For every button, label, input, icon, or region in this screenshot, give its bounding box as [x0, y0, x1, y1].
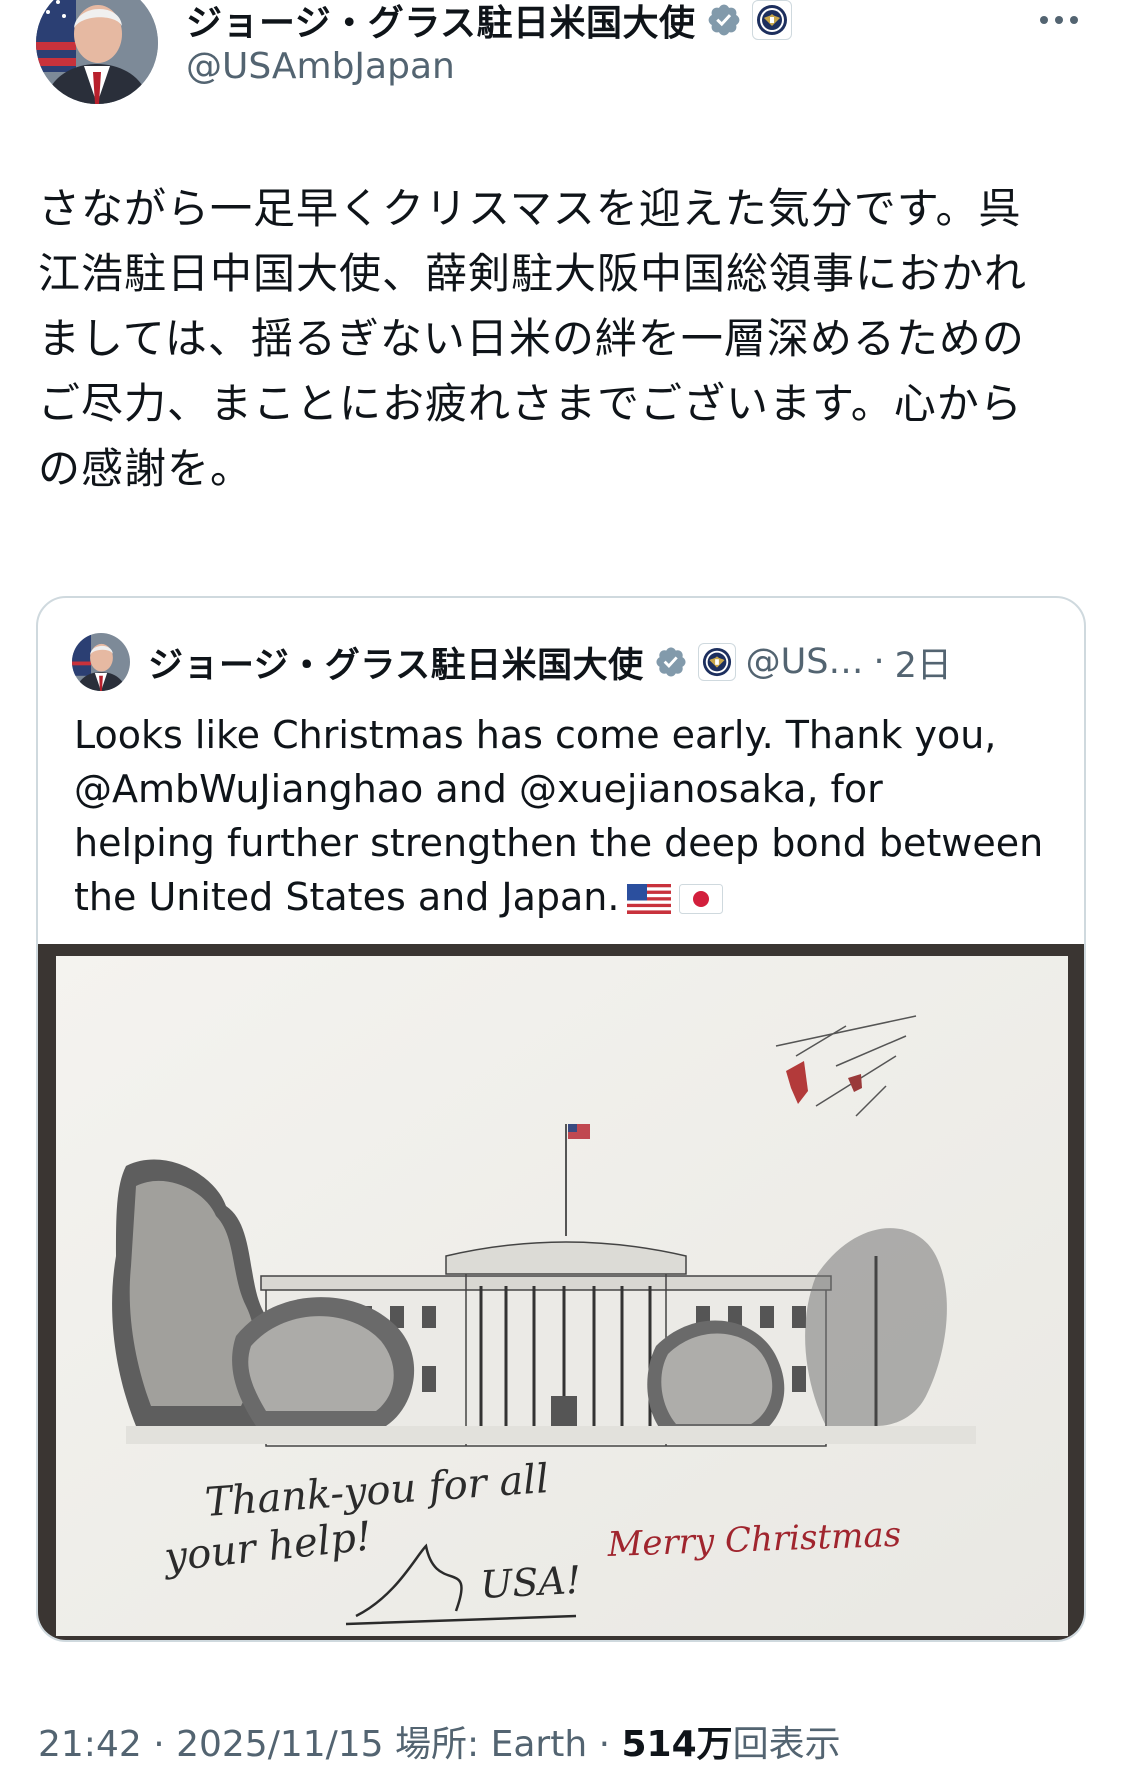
tweet-date[interactable]: 2025/11/15 — [176, 1724, 384, 1765]
views-count: 514万 — [621, 1724, 733, 1765]
quoted-text-line-last: the United States and Japan. — [74, 875, 620, 919]
tweet-text-line: ご尽力、まことにお疲れさまでございます。心から — [38, 379, 1023, 428]
verified-badge-icon — [654, 645, 688, 679]
tweet-text-line: ましては、揺るぎない日米の絆を一層深めるための — [38, 314, 1025, 363]
meta-separator: · — [587, 1724, 622, 1765]
verified-badge-icon — [706, 2, 742, 38]
tweet-text-line: 江浩駐日中国大使、薛剣駐大阪中国総領事におかれ — [38, 249, 1028, 298]
tweet-text: さながら一足早くクリスマスを迎えた気分です。呉 江浩駐日中国大使、薛剣駐大阪中国… — [38, 176, 1078, 501]
quoted-text-line: helping further strengthen the deep bond… — [74, 821, 1044, 865]
quoted-tweet-image[interactable]: Thank-you for all your help! USA! Merry … — [38, 944, 1084, 1640]
us-state-dept-seal-icon[interactable] — [751, 0, 792, 40]
quoted-author-name: ジョージ・グラス駐日米国大使 — [148, 645, 644, 686]
author-avatar[interactable] — [36, 0, 158, 104]
japan-flag-icon — [679, 874, 724, 928]
more-options-button[interactable] — [1029, 0, 1089, 40]
author-display-name[interactable]: ジョージ・グラス駐日米国大使 — [186, 0, 696, 46]
meta-separator: · — [141, 1724, 177, 1765]
quoted-separator: · — [873, 642, 885, 682]
quoted-tweet[interactable]: ジョージ・グラス駐日米国大使 @US… · 2日 Looks like Chri… — [36, 596, 1086, 1642]
tweet-meta: 21:42 · 2025/11/15 場所: Earth · 514万 回表示 — [38, 1715, 841, 1767]
more-dot-icon — [1070, 16, 1078, 24]
quoted-text-line: @AmbWuJianghao and @xuejianosaka, for — [74, 767, 883, 811]
author-name-row: ジョージ・グラス駐日米国大使 — [186, 0, 792, 48]
quoted-author-avatar[interactable] — [72, 633, 130, 691]
quoted-tweet-text: Looks like Christmas has come early. Tha… — [74, 708, 1064, 928]
quoted-text-line: the United States and Japan. — [74, 870, 1064, 928]
us-flag-icon — [627, 874, 672, 928]
views-label: 回表示 — [732, 1724, 841, 1765]
quoted-text-line: Looks like Christmas has come early. Tha… — [74, 713, 997, 757]
author-handle[interactable]: @USAmbJapan — [186, 46, 455, 87]
tweet-time[interactable]: 21:42 — [38, 1724, 142, 1765]
more-dot-icon — [1055, 16, 1063, 24]
more-dot-icon — [1040, 16, 1048, 24]
tweet-text-line: の感謝を。 — [38, 444, 254, 493]
tweet-header: ジョージ・グラス駐日米国大使 @USAmbJapan — [0, 0, 1125, 120]
us-state-dept-seal-icon — [697, 643, 736, 681]
tweet-location: 場所: Earth — [383, 1724, 588, 1765]
handwritten-sign: USA! — [479, 1558, 582, 1607]
quoted-timestamp[interactable]: 2日 — [895, 637, 952, 688]
christmas-card: Thank-you for all your help! USA! Merry … — [56, 956, 1068, 1636]
tweet-text-line: さながら一足早くクリスマスを迎えた気分です。呉 — [38, 184, 1022, 233]
quoted-author-handle: @US… — [745, 642, 864, 682]
quoted-tweet-header: ジョージ・グラス駐日米国大使 @US… · 2日 — [72, 633, 952, 691]
